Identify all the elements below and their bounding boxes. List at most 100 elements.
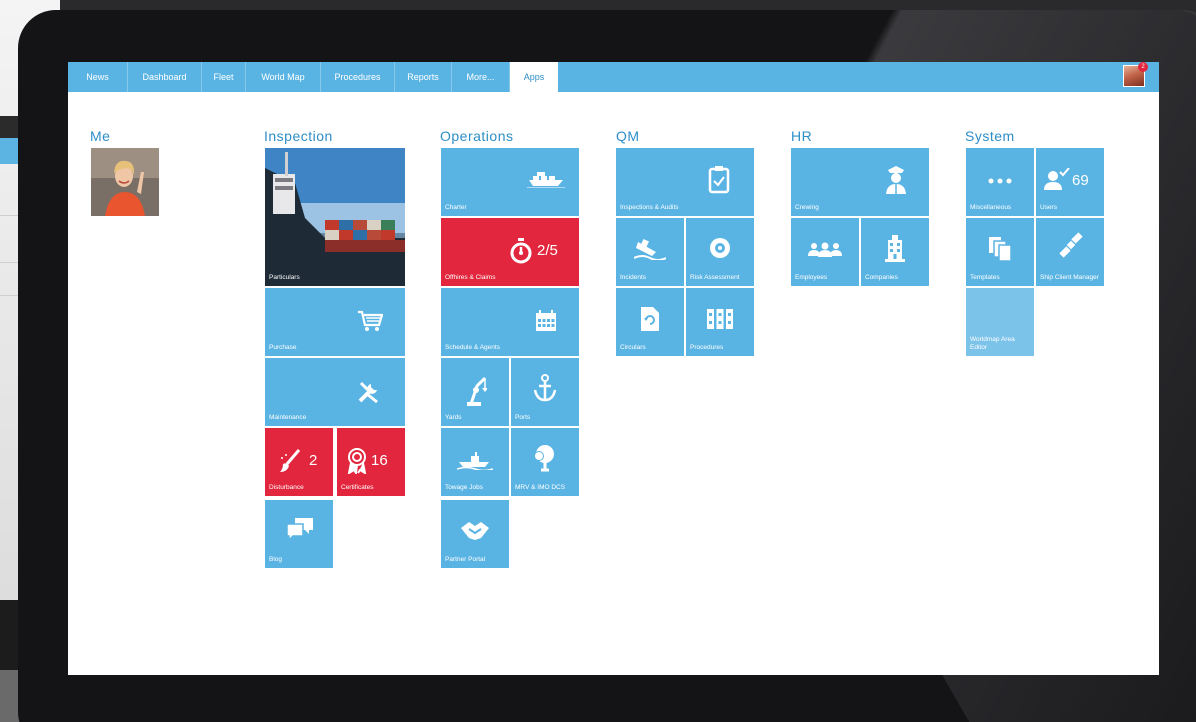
tile-ports[interactable]: Ports bbox=[511, 358, 579, 426]
tile-purchase[interactable]: Purchase bbox=[265, 288, 405, 356]
tile-users[interactable]: 69 Users bbox=[1036, 148, 1104, 216]
tile-label: Disturbance bbox=[269, 484, 304, 491]
tile-employees[interactable]: Employees bbox=[791, 218, 859, 286]
cart-icon bbox=[358, 310, 383, 331]
tile-label: Risk Assessment bbox=[690, 274, 740, 281]
tile-label: Partner Portal bbox=[445, 556, 486, 563]
tile-particulars[interactable]: Particulars bbox=[265, 148, 405, 286]
ship-photo-icon bbox=[265, 148, 405, 286]
tile-label: Yards bbox=[445, 414, 462, 421]
handshake-icon bbox=[461, 522, 489, 540]
tile-label: Miscellaneous bbox=[970, 204, 1012, 211]
tile-label: Blog bbox=[269, 556, 283, 563]
app-screen: News Dashboard Fleet World Map Procedure… bbox=[68, 62, 1159, 675]
tile-certificates[interactable]: 16 Certificates bbox=[337, 428, 405, 496]
tile-inspections-audits[interactable]: Inspections & Audits bbox=[616, 148, 754, 216]
tile-label: Procedures bbox=[690, 344, 724, 351]
section-hr: HR bbox=[791, 128, 813, 144]
tile-label: Schedule & Agents bbox=[445, 344, 500, 351]
section-me: Me bbox=[90, 128, 111, 144]
building-icon bbox=[885, 235, 905, 262]
tree-icon bbox=[534, 445, 554, 472]
tile-label: Users bbox=[1040, 204, 1057, 211]
tile-label: Circulars bbox=[620, 344, 646, 351]
clipboard-icon bbox=[708, 166, 730, 194]
tile-label: Offhires & Claims bbox=[445, 274, 496, 281]
offhires-count: 2/5 bbox=[537, 242, 558, 259]
tile-label: Ship Client Manager bbox=[1040, 274, 1099, 281]
tools-icon bbox=[358, 381, 378, 404]
tab-more[interactable]: More... bbox=[452, 62, 510, 92]
tile-miscellaneous[interactable]: Miscellaneous bbox=[966, 148, 1034, 216]
tile-label: Incidents bbox=[620, 274, 647, 281]
tugboat-icon bbox=[457, 452, 493, 470]
tile-mrv-imo-dcs[interactable]: MRV & IMO DCS bbox=[511, 428, 579, 496]
brush-icon bbox=[280, 449, 301, 472]
profile-photo[interactable] bbox=[91, 148, 159, 216]
tile-yards[interactable]: Yards bbox=[441, 358, 509, 426]
tile-label: Certificates bbox=[341, 484, 374, 491]
calendar-icon bbox=[536, 310, 556, 331]
tile-label: Maintenance bbox=[269, 414, 307, 421]
tile-charter[interactable]: Charter bbox=[441, 148, 579, 216]
award-icon bbox=[347, 448, 367, 474]
tile-label: Companies bbox=[865, 274, 898, 281]
tile-ship-client-manager[interactable]: Ship Client Manager bbox=[1036, 218, 1104, 286]
gauge-icon bbox=[710, 238, 730, 258]
top-navigation: News Dashboard Fleet World Map Procedure… bbox=[68, 62, 1159, 92]
tile-risk-assessment[interactable]: Risk Assessment bbox=[686, 218, 754, 286]
tile-label: Worldmap Area Editor bbox=[970, 336, 1015, 351]
tile-offhires-claims[interactable]: 2/5 Offhires & Claims bbox=[441, 218, 579, 286]
tile-label: Towage Jobs bbox=[445, 484, 483, 491]
tile-label: Particulars bbox=[269, 274, 300, 281]
tab-procedures[interactable]: Procedures bbox=[321, 62, 395, 92]
tile-label: Employees bbox=[795, 274, 828, 281]
group-icon bbox=[808, 242, 842, 257]
document-refresh-icon bbox=[641, 307, 659, 331]
tab-world-map[interactable]: World Map bbox=[246, 62, 321, 92]
section-inspection: Inspection bbox=[264, 128, 333, 144]
captain-icon bbox=[886, 166, 906, 194]
tile-circulars[interactable]: Circulars bbox=[616, 288, 684, 356]
tab-apps[interactable]: Apps bbox=[510, 62, 558, 92]
ship-icon bbox=[527, 172, 565, 188]
tile-label: Ports bbox=[515, 414, 531, 421]
tile-towage-jobs[interactable]: Towage Jobs bbox=[441, 428, 509, 496]
tile-templates[interactable]: Templates bbox=[966, 218, 1034, 286]
tab-dashboard[interactable]: Dashboard bbox=[128, 62, 202, 92]
chat-icon bbox=[286, 518, 313, 540]
user-avatar[interactable]: 2 bbox=[1123, 62, 1148, 87]
satellite-icon bbox=[1059, 232, 1083, 258]
tile-label: Crewing bbox=[795, 204, 819, 211]
tile-companies[interactable]: Companies bbox=[861, 218, 929, 286]
user-check-icon bbox=[1044, 168, 1070, 190]
tile-schedule-agents[interactable]: Schedule & Agents bbox=[441, 288, 579, 356]
stopwatch-icon bbox=[510, 238, 532, 264]
tab-news[interactable]: News bbox=[68, 62, 128, 92]
section-system: System bbox=[965, 128, 1015, 144]
tile-disturbance[interactable]: 2 Disturbance bbox=[265, 428, 333, 496]
tile-label: Inspections & Audits bbox=[620, 204, 679, 211]
crane-icon bbox=[467, 376, 487, 406]
tile-label: Charter bbox=[445, 204, 467, 211]
section-qm: QM bbox=[616, 128, 640, 144]
users-count: 69 bbox=[1072, 172, 1089, 189]
section-operations: Operations bbox=[440, 128, 514, 144]
tab-reports[interactable]: Reports bbox=[395, 62, 452, 92]
tile-crewing[interactable]: Crewing bbox=[791, 148, 929, 216]
certificates-count: 16 bbox=[371, 452, 388, 469]
tab-fleet[interactable]: Fleet bbox=[202, 62, 246, 92]
tile-label: Purchase bbox=[269, 344, 297, 351]
tile-partner-portal[interactable]: Partner Portal bbox=[441, 500, 509, 568]
tile-label: MRV & IMO DCS bbox=[515, 484, 566, 491]
disturbance-count: 2 bbox=[309, 452, 318, 469]
tile-blog[interactable]: Blog bbox=[265, 500, 333, 568]
tile-procedures[interactable]: Procedures bbox=[686, 288, 754, 356]
sinking-ship-icon bbox=[634, 239, 666, 260]
tile-maintenance[interactable]: Maintenance bbox=[265, 358, 405, 426]
more-dots-icon bbox=[988, 178, 1012, 184]
tile-incidents[interactable]: Incidents bbox=[616, 218, 684, 286]
tile-worldmap-area-editor[interactable]: Worldmap Area Editor bbox=[966, 288, 1034, 356]
person-photo-icon bbox=[91, 148, 159, 216]
binders-icon bbox=[707, 309, 733, 329]
